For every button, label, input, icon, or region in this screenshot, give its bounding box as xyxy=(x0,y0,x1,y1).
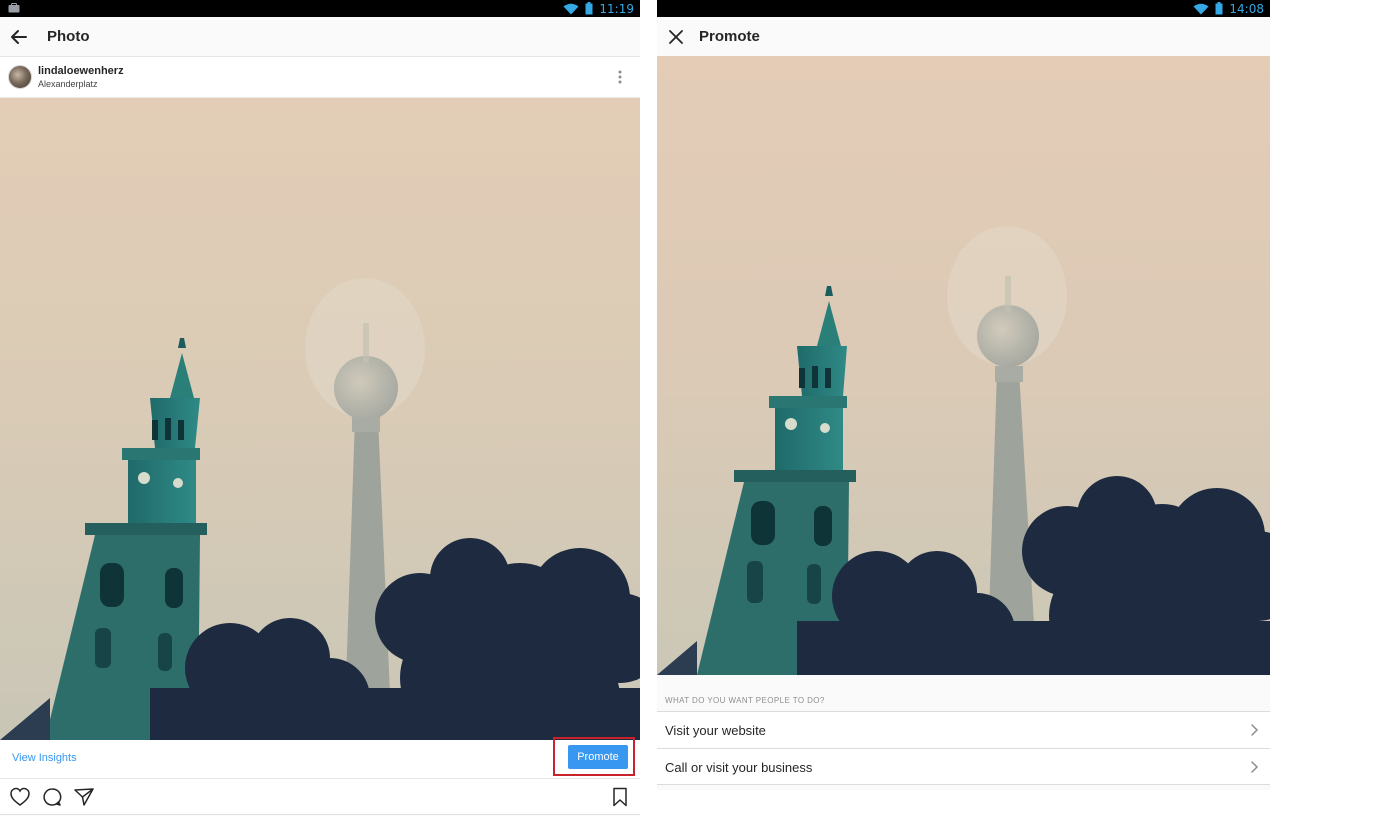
post-header: lindaloewenherz Alexanderplatz xyxy=(0,57,640,98)
chevron-right-icon xyxy=(1251,724,1259,736)
wifi-icon xyxy=(1193,3,1209,14)
option-call-visit-business[interactable]: Call or visit your business xyxy=(657,748,1270,785)
wifi-icon xyxy=(563,3,579,14)
top-bar: Photo xyxy=(0,17,640,57)
status-bar: 11:19 xyxy=(0,0,640,17)
view-insights-link[interactable]: View Insights xyxy=(12,752,77,764)
option-label: Call or visit your business xyxy=(665,760,813,775)
promote-button[interactable]: Promote xyxy=(568,745,628,769)
divider xyxy=(0,814,640,815)
post-location[interactable]: Alexanderplatz xyxy=(38,79,98,89)
page-title: Promote xyxy=(699,28,760,45)
battery-icon xyxy=(1215,2,1223,15)
section-label: WHAT DO YOU WANT PEOPLE TO DO? xyxy=(665,696,825,705)
option-visit-website[interactable]: Visit your website xyxy=(657,711,1270,748)
status-time: 14:08 xyxy=(1229,1,1264,16)
share-icon[interactable] xyxy=(73,786,95,808)
arrow-left-icon[interactable] xyxy=(9,27,29,47)
status-bar: 14:08 xyxy=(657,0,1270,17)
post-username[interactable]: lindaloewenherz xyxy=(38,65,124,77)
photo-screen: 11:19 Photo lindaloewenherz Alexanderpla… xyxy=(0,0,640,816)
battery-icon xyxy=(585,2,593,15)
notification-bag-icon xyxy=(8,3,20,13)
divider xyxy=(657,784,1270,785)
promote-photo-preview xyxy=(657,56,1270,675)
more-options-icon[interactable] xyxy=(612,69,628,85)
status-time: 11:19 xyxy=(599,1,634,16)
avatar[interactable] xyxy=(8,65,32,89)
heart-icon[interactable] xyxy=(9,786,31,808)
insights-promote-bar: View Insights xyxy=(0,740,640,779)
bookmark-icon[interactable] xyxy=(609,786,631,808)
top-bar: Promote xyxy=(657,17,1270,57)
close-icon[interactable] xyxy=(666,27,686,47)
chevron-right-icon xyxy=(1251,761,1259,773)
post-photo[interactable] xyxy=(0,98,640,740)
promote-screen: 14:08 Promote WHAT DO YOU WANT PEOPLE TO… xyxy=(657,0,1270,790)
post-actions-row xyxy=(0,779,640,815)
page-title: Photo xyxy=(47,28,90,45)
comment-icon[interactable] xyxy=(41,786,63,808)
option-label: Visit your website xyxy=(665,723,766,738)
